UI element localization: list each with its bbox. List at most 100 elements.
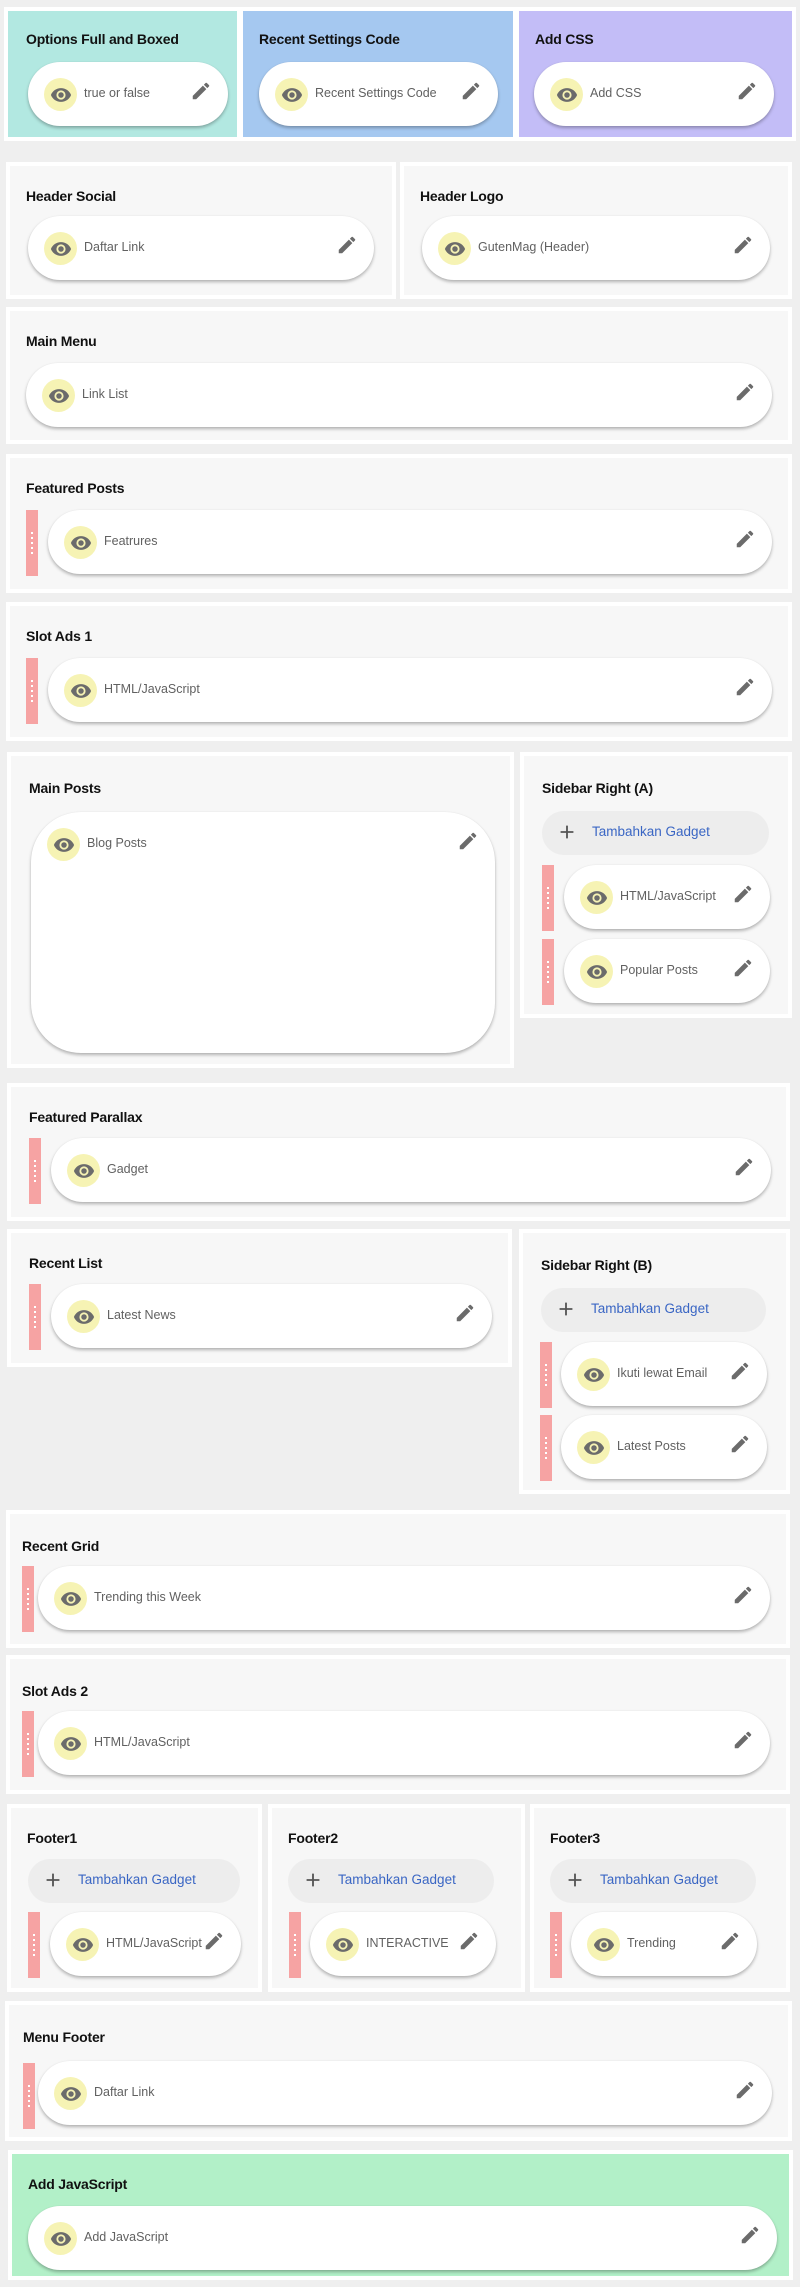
pencil-icon[interactable] bbox=[732, 1584, 754, 1606]
eye-icon[interactable] bbox=[550, 78, 583, 111]
add-gadget-button[interactable]: Tambahkan Gadget bbox=[288, 1859, 494, 1903]
eye-icon[interactable] bbox=[275, 78, 308, 111]
widget-featrures[interactable]: Featrures bbox=[48, 510, 772, 574]
widget-gutenmag-header[interactable]: GutenMag (Header) bbox=[422, 216, 770, 280]
section-featured-parallax: Featured Parallax Gadget bbox=[7, 1083, 790, 1221]
drag-handle-icon[interactable] bbox=[28, 1912, 40, 1978]
widget-popular-posts[interactable]: Popular Posts bbox=[564, 939, 770, 1003]
eye-icon[interactable] bbox=[44, 232, 77, 265]
pencil-icon[interactable] bbox=[732, 1729, 754, 1751]
eye-icon[interactable] bbox=[64, 674, 97, 707]
section-title: Footer2 bbox=[288, 1830, 338, 1846]
add-gadget-button[interactable]: Tambahkan Gadget bbox=[541, 1288, 766, 1332]
widget-recent-settings-code[interactable]: Recent Settings Code bbox=[259, 62, 498, 126]
pencil-icon[interactable] bbox=[732, 234, 754, 256]
eye-icon[interactable] bbox=[54, 1582, 87, 1615]
widget-add-css[interactable]: Add CSS bbox=[534, 62, 774, 126]
add-gadget-button[interactable]: Tambahkan Gadget bbox=[28, 1859, 240, 1903]
eye-icon[interactable] bbox=[44, 78, 77, 111]
pencil-icon[interactable] bbox=[732, 883, 754, 905]
drag-handle-icon[interactable] bbox=[540, 1342, 552, 1408]
eye-icon[interactable] bbox=[47, 828, 80, 861]
pencil-icon[interactable] bbox=[460, 80, 482, 102]
widget-latest-news[interactable]: Latest News bbox=[51, 1284, 492, 1348]
drag-handle-icon[interactable] bbox=[542, 865, 554, 931]
eye-icon[interactable] bbox=[577, 1358, 610, 1391]
eye-icon[interactable] bbox=[587, 1928, 620, 1961]
widget-ikuti-lewat-email[interactable]: Ikuti lewat Email bbox=[561, 1342, 767, 1406]
drag-handle-icon[interactable] bbox=[22, 1711, 34, 1777]
drag-handle-icon[interactable] bbox=[22, 1566, 34, 1632]
widget-true-or-false[interactable]: true or false bbox=[28, 62, 228, 126]
section-title: Featured Parallax bbox=[29, 1109, 143, 1125]
pencil-icon[interactable] bbox=[457, 830, 479, 852]
pencil-icon[interactable] bbox=[336, 234, 358, 256]
pencil-icon[interactable] bbox=[734, 676, 756, 698]
drag-handle-icon[interactable] bbox=[26, 658, 38, 724]
eye-icon[interactable] bbox=[66, 1928, 99, 1961]
eye-icon[interactable] bbox=[438, 232, 471, 265]
widget-daftar-link[interactable]: Daftar Link bbox=[28, 216, 374, 280]
widget-blog-posts[interactable]: Blog Posts bbox=[31, 812, 495, 1053]
section-featured-posts: Featured Posts Featrures bbox=[6, 454, 792, 593]
pencil-icon[interactable] bbox=[729, 1433, 751, 1455]
eye-icon[interactable] bbox=[580, 955, 613, 988]
widget-html-javascript[interactable]: HTML/JavaScript bbox=[38, 1711, 770, 1775]
drag-handle-icon[interactable] bbox=[542, 939, 554, 1005]
pencil-icon[interactable] bbox=[734, 2079, 756, 2101]
eye-icon[interactable] bbox=[64, 526, 97, 559]
pencil-icon[interactable] bbox=[739, 2224, 761, 2246]
section-title: Recent Settings Code bbox=[259, 31, 400, 47]
widget-trending[interactable]: Trending bbox=[571, 1912, 757, 1976]
widget-gadget[interactable]: Gadget bbox=[51, 1138, 771, 1202]
widget-label: Popular Posts bbox=[620, 963, 698, 977]
pencil-icon[interactable] bbox=[203, 1930, 225, 1952]
widget-daftar-link[interactable]: Daftar Link bbox=[38, 2061, 772, 2125]
widget-html-javascript[interactable]: HTML/JavaScript bbox=[564, 865, 770, 929]
widget-add-javascript[interactable]: Add JavaScript bbox=[28, 2206, 777, 2270]
drag-handle-icon[interactable] bbox=[26, 510, 38, 576]
eye-icon[interactable] bbox=[67, 1154, 100, 1187]
section-header-social: Header Social Daftar Link bbox=[6, 162, 396, 299]
eye-icon[interactable] bbox=[67, 1300, 100, 1333]
section-footer1: Footer1 Tambahkan Gadget HTML/JavaScript bbox=[7, 1804, 262, 1992]
eye-icon[interactable] bbox=[44, 2222, 77, 2255]
add-gadget-button[interactable]: Tambahkan Gadget bbox=[550, 1859, 756, 1903]
widget-link-list[interactable]: Link List bbox=[26, 363, 772, 427]
drag-handle-icon[interactable] bbox=[29, 1138, 41, 1204]
section-title: Sidebar Right (A) bbox=[542, 780, 653, 796]
widget-latest-posts[interactable]: Latest Posts bbox=[561, 1415, 767, 1479]
pencil-icon[interactable] bbox=[454, 1302, 476, 1324]
widget-html-javascript[interactable]: HTML/JavaScript bbox=[48, 658, 772, 722]
widget-trending-this-week[interactable]: Trending this Week bbox=[38, 1566, 770, 1630]
eye-icon[interactable] bbox=[42, 379, 75, 412]
drag-handle-icon[interactable] bbox=[29, 1284, 41, 1350]
eye-icon[interactable] bbox=[326, 1928, 359, 1961]
section-title: Featured Posts bbox=[26, 480, 125, 496]
pencil-icon[interactable] bbox=[733, 1156, 755, 1178]
pencil-icon[interactable] bbox=[719, 1930, 741, 1952]
add-gadget-button[interactable]: Tambahkan Gadget bbox=[542, 811, 769, 855]
pencil-icon[interactable] bbox=[736, 80, 758, 102]
pencil-icon[interactable] bbox=[458, 1930, 480, 1952]
drag-handle-icon[interactable] bbox=[550, 1912, 562, 1978]
drag-handle-icon[interactable] bbox=[289, 1912, 301, 1978]
section-sidebar-right-b: Sidebar Right (B) Tambahkan Gadget Ikuti… bbox=[519, 1229, 790, 1494]
pencil-icon[interactable] bbox=[729, 1360, 751, 1382]
pencil-icon[interactable] bbox=[734, 528, 756, 550]
drag-handle-icon[interactable] bbox=[540, 1415, 552, 1481]
pencil-icon[interactable] bbox=[732, 957, 754, 979]
eye-icon[interactable] bbox=[54, 2077, 87, 2110]
section-slot-ads-2: Slot Ads 2 HTML/JavaScript bbox=[6, 1655, 790, 1794]
eye-icon[interactable] bbox=[54, 1727, 87, 1760]
eye-icon[interactable] bbox=[577, 1431, 610, 1464]
drag-handle-icon[interactable] bbox=[23, 2063, 35, 2129]
pencil-icon[interactable] bbox=[190, 80, 212, 102]
pencil-icon[interactable] bbox=[734, 381, 756, 403]
section-title: Recent Grid bbox=[22, 1538, 100, 1554]
widget-label: Latest Posts bbox=[617, 1439, 686, 1453]
add-gadget-label: Tambahkan Gadget bbox=[78, 1872, 196, 1887]
widget-interactive[interactable]: INTERACTIVE bbox=[310, 1912, 496, 1976]
eye-icon[interactable] bbox=[580, 881, 613, 914]
widget-html-javascript[interactable]: HTML/JavaScript bbox=[50, 1912, 241, 1976]
